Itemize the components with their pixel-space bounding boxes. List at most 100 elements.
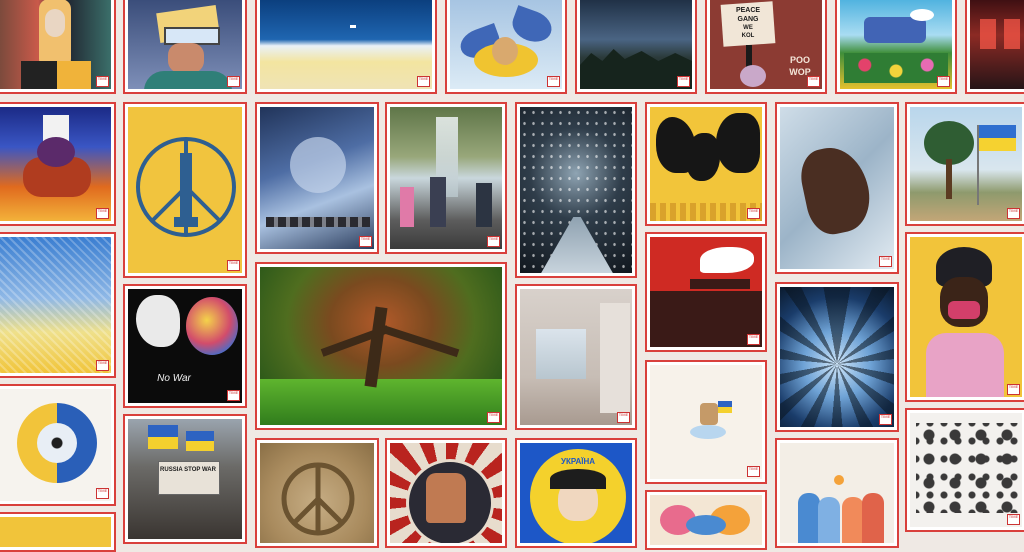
time-badge: TIME — [807, 76, 820, 87]
artwork-black-smoke — [650, 107, 762, 221]
we-text: WE — [743, 25, 753, 31]
artwork-frost-figure — [780, 107, 894, 269]
artwork-tile-snow-bridge[interactable] — [515, 102, 637, 278]
peace-text: PEACE — [735, 7, 761, 14]
artwork-flower-tank — [840, 0, 952, 89]
artwork-sand-peace — [260, 443, 374, 543]
time-badge: TIME — [227, 390, 240, 401]
artwork-tile-yin-yang[interactable]: TIME — [0, 384, 116, 506]
protest-sign-text: RUSSIA STOP WAR — [160, 467, 216, 473]
sand-peace-icon — [281, 462, 355, 536]
artwork-sky-through-trees — [780, 287, 894, 427]
time-badge: TIME — [937, 76, 950, 87]
time-badge: TIME — [96, 360, 109, 371]
time-badge: TIME — [359, 236, 372, 247]
artwork-tile-doodle-gradient[interactable]: TIME — [0, 232, 116, 378]
artwork-tile-portrait-woman[interactable]: TIME — [0, 0, 116, 94]
artwork-night-valley — [580, 0, 692, 89]
time-badge: TIME — [747, 466, 760, 477]
artwork-tile-ukraine-angel[interactable]: УКРАЇНА — [515, 438, 637, 548]
artwork-peace-symbol — [128, 107, 242, 273]
artwork-tile-bottom-yellow[interactable] — [0, 512, 116, 552]
artwork-raised-fist — [390, 443, 502, 543]
artwork-tile-dark-room[interactable] — [965, 0, 1024, 94]
artwork-tile-vr-figure[interactable]: TIME — [123, 0, 247, 94]
artwork-tile-sky-through-trees[interactable]: TIME — [775, 282, 899, 432]
artwork-tile-yellow-bird[interactable]: TIME — [445, 0, 567, 94]
time-badge: TIME — [677, 76, 690, 87]
artwork-tile-peace-symbol[interactable]: TIME — [123, 102, 247, 278]
artwork-peace-gang: PEACE GANG WE KOL POO WOP — [710, 0, 822, 89]
time-badge: TIME — [879, 414, 892, 425]
artwork-child-mask — [910, 237, 1022, 397]
artwork-tile-tree-flag[interactable]: TIME — [905, 102, 1024, 226]
artwork-bottom-yellow — [0, 517, 111, 547]
artwork-tile-fountain-park[interactable]: TIME — [385, 102, 507, 254]
artwork-vr-figure — [128, 0, 242, 89]
artwork-empty-room — [520, 289, 632, 425]
time-badge: TIME — [617, 412, 630, 423]
time-badge: TIME — [547, 76, 560, 87]
time-badge: TIME — [417, 76, 430, 87]
artwork-tile-fire-robot[interactable]: TIME — [0, 102, 116, 226]
artwork-protest-photo: RUSSIA STOP WAR — [128, 419, 242, 539]
time-badge: TIME — [96, 488, 109, 499]
gang-text: GANG — [737, 16, 759, 23]
artwork-yin-yang — [0, 389, 111, 501]
artwork-dark-room — [970, 0, 1024, 89]
artwork-tile-empty-room[interactable]: TIME — [515, 284, 637, 430]
artwork-hugging-figures — [650, 495, 762, 545]
time-badge: TIME — [1007, 514, 1020, 525]
artwork-japanese-maple — [260, 267, 502, 425]
artwork-ukraine-angel: УКРАЇНА — [520, 443, 632, 543]
time-badge: TIME — [487, 236, 500, 247]
artwork-people-sketch — [910, 413, 1022, 527]
time-badge: TIME — [1007, 384, 1020, 395]
artwork-bear-flag — [650, 365, 762, 479]
artwork-fire-robot — [0, 107, 111, 221]
artwork-doves-no-war: No War — [128, 289, 242, 403]
artwork-tile-embracing-couple[interactable] — [775, 438, 899, 548]
artwork-tile-hugging-figures[interactable] — [645, 490, 767, 550]
time-badge: TIME — [747, 334, 760, 345]
artwork-tile-child-mask[interactable]: TIME — [905, 232, 1024, 402]
no-war-text: No War — [157, 373, 191, 384]
artwork-embracing-couple — [780, 443, 894, 543]
artwork-chained-face — [260, 107, 374, 249]
time-badge: TIME — [227, 260, 240, 271]
artwork-tile-doves-no-war[interactable]: No War TIME — [123, 284, 247, 408]
artwork-fountain-park — [390, 107, 502, 249]
artwork-tile-night-valley[interactable]: TIME — [575, 0, 697, 94]
time-badge: TIME — [879, 256, 892, 267]
artwork-tile-protest-photo[interactable]: RUSSIA STOP WAR — [123, 414, 247, 544]
time-badge: TIME — [96, 208, 109, 219]
artwork-tile-black-smoke[interactable]: TIME — [645, 102, 767, 226]
artwork-tile-sand-peace[interactable] — [255, 438, 379, 548]
artwork-tile-people-sketch[interactable]: TIME — [905, 408, 1024, 532]
artwork-tile-raised-fist[interactable] — [385, 438, 507, 548]
artwork-tile-peace-gang[interactable]: PEACE GANG WE KOL POO WOP TIME — [705, 0, 827, 94]
artwork-doodle-gradient — [0, 237, 111, 373]
poo-text: POO — [789, 55, 810, 65]
artwork-tile-sky-sea[interactable]: TIME — [255, 0, 437, 94]
time-badge: TIME — [1007, 208, 1020, 219]
artwork-snow-bridge — [520, 107, 632, 273]
kol-text: KOL — [741, 33, 755, 39]
artwork-tile-bear-flag[interactable]: TIME — [645, 360, 767, 484]
artwork-tile-tank-dove[interactable]: TIME — [645, 232, 767, 352]
artwork-tile-japanese-maple[interactable]: TIME — [255, 262, 507, 430]
peace-symbol-icon — [136, 137, 236, 237]
artwork-portrait-woman — [0, 0, 111, 89]
artwork-tile-chained-face[interactable]: TIME — [255, 102, 379, 254]
artwork-tank-dove — [650, 237, 762, 347]
time-badge: TIME — [96, 76, 109, 87]
time-badge: TIME — [227, 76, 240, 87]
artwork-sky-sea — [260, 0, 432, 89]
artwork-yellow-bird — [450, 0, 562, 89]
artwork-tree-flag — [910, 107, 1022, 221]
angel-banner-text: УКРАЇНА — [560, 457, 596, 466]
artwork-tile-flower-tank[interactable]: TIME — [835, 0, 957, 94]
time-badge: TIME — [747, 208, 760, 219]
artwork-tile-frost-figure[interactable]: TIME — [775, 102, 899, 274]
time-badge: TIME — [487, 412, 500, 423]
